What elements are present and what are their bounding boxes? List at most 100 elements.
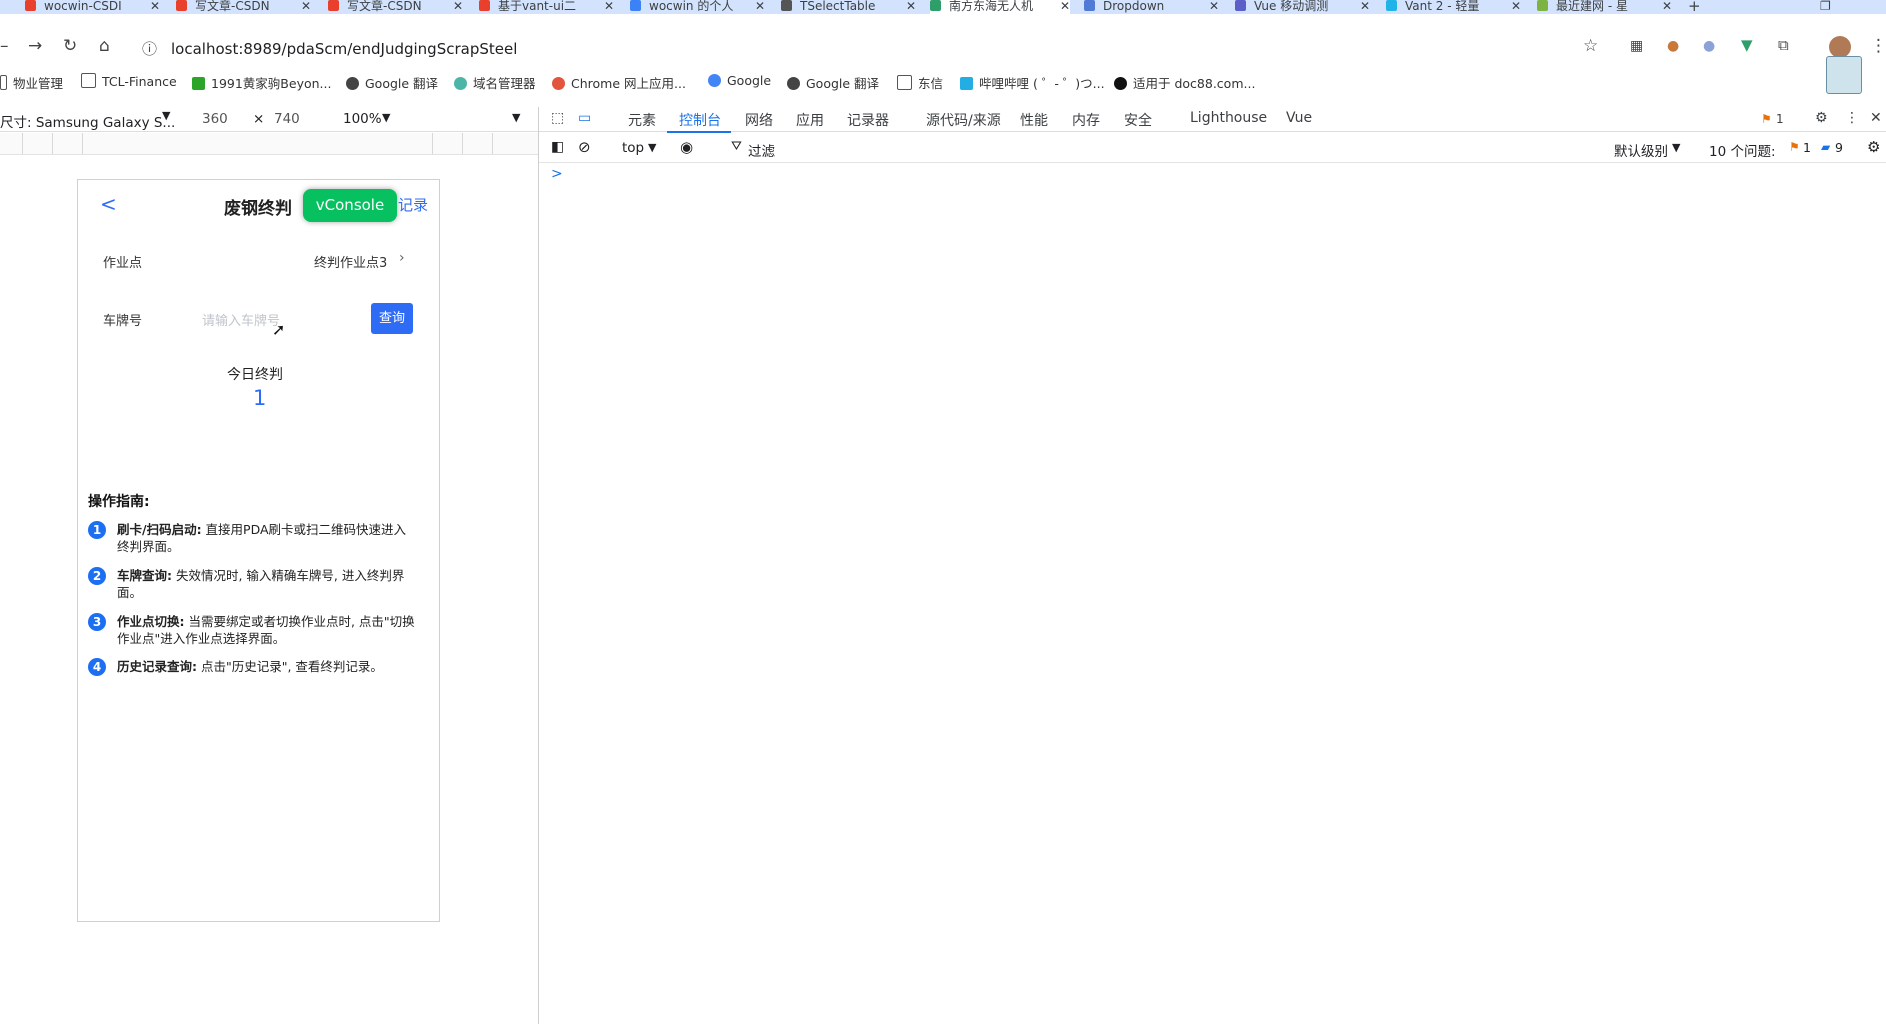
media-query-ruler[interactable] xyxy=(0,133,538,155)
zoom-select[interactable]: 100% xyxy=(343,111,382,127)
csdn-icon xyxy=(328,0,339,11)
bookmark-item[interactable]: 域名管理器 xyxy=(454,73,536,92)
back-icon[interactable]: < xyxy=(100,192,117,216)
browser-tab[interactable]: Dropdown ✕ xyxy=(1084,0,1219,14)
browser-tab[interactable]: 写文章-CSDN ✕ xyxy=(176,0,311,14)
error-count[interactable]: 1 xyxy=(1776,112,1784,126)
live-expression-eye-icon[interactable]: ◉ xyxy=(680,138,693,156)
home-icon[interactable]: ⌂ xyxy=(99,36,110,56)
vconsole-button[interactable]: vConsole xyxy=(303,189,397,222)
tab-network[interactable]: 网络 xyxy=(745,110,773,130)
browser-tab[interactable]: wocwin-CSDI ✕ xyxy=(25,0,160,14)
site-info-icon[interactable]: ⓘ xyxy=(142,38,157,59)
close-tab-icon[interactable]: ✕ xyxy=(1060,0,1070,12)
close-tab-icon[interactable]: ✕ xyxy=(1360,0,1370,12)
devtools-tabbar: ⬚ ▭ 元素 控制台 网络 应用 记录器 源代码/来源 性能 内存 安全 Lig… xyxy=(539,107,1886,132)
tab-elements[interactable]: 元素 xyxy=(628,110,656,130)
device-toggle-icon[interactable]: ▭ xyxy=(578,110,591,126)
bookmark-label: Google 翻译 xyxy=(365,76,439,91)
console-prompt[interactable]: > xyxy=(551,166,563,182)
error-flag-icon[interactable]: ⚑ xyxy=(1761,112,1772,126)
chevron-right-icon[interactable]: › xyxy=(399,250,405,266)
browser-tab[interactable]: TSelectTable ✕ xyxy=(781,0,916,14)
tab-lighthouse[interactable]: Lighthouse xyxy=(1190,110,1267,126)
browser-tab[interactable]: Vue 移动调测 ✕ xyxy=(1235,0,1370,14)
bookmark-item[interactable]: Google xyxy=(708,73,771,88)
close-tab-icon[interactable]: ✕ xyxy=(1511,0,1521,12)
bookmark-item[interactable]: Google 翻译 xyxy=(787,73,879,92)
bookmark-item[interactable]: 1991黄家驹Beyon... xyxy=(192,73,331,92)
restore-window-icon[interactable]: ❐ xyxy=(1820,0,1840,14)
close-tab-icon[interactable]: ✕ xyxy=(906,0,916,12)
floating-notes-icon[interactable] xyxy=(1826,56,1862,94)
browser-tab[interactable]: 最近建网 - 星 ✕ xyxy=(1537,0,1672,14)
browser-tab[interactable]: Vant 2 - 轻量 ✕ xyxy=(1386,0,1521,14)
bookmark-item[interactable]: 物业管理 xyxy=(0,73,63,92)
tab-application[interactable]: 应用 xyxy=(796,110,824,130)
qr-extension-icon[interactable]: ▦ xyxy=(1630,38,1643,54)
close-devtools-icon[interactable]: ✕ xyxy=(1870,110,1882,126)
log-level-select[interactable]: 默认级别 xyxy=(1614,140,1668,160)
issues-label[interactable]: 10 个问题: xyxy=(1709,140,1776,160)
close-tab-icon[interactable]: ✕ xyxy=(755,0,765,12)
close-tab-icon[interactable]: ✕ xyxy=(453,0,463,12)
back-arrow-icon[interactable]: – xyxy=(0,36,9,56)
reload-icon[interactable]: ↻ xyxy=(63,36,77,56)
shield-icon xyxy=(454,77,467,90)
filter-input[interactable]: 过滤 xyxy=(748,140,775,160)
extension-icon[interactable]: ● xyxy=(1703,38,1715,54)
tab-performance[interactable]: 性能 xyxy=(1020,110,1048,130)
tab-sources[interactable]: 源代码/来源 xyxy=(926,110,1001,130)
grid-icon xyxy=(1537,0,1548,11)
plate-input[interactable]: 请输入车牌号 xyxy=(202,310,280,329)
new-tab-button[interactable]: + xyxy=(1688,0,1708,14)
device-options-icon[interactable]: ▼ xyxy=(512,111,520,124)
close-tab-icon[interactable]: ✕ xyxy=(150,0,160,12)
bookmark-item[interactable]: 哔哩哔哩 ( ゜- ゜)つ... xyxy=(960,73,1105,92)
vue-devtools-icon[interactable]: ▼ xyxy=(1741,36,1753,54)
history-link[interactable]: 记录 xyxy=(398,194,428,215)
query-button[interactable]: 查询 xyxy=(371,303,413,334)
chevron-down-icon: ▼ xyxy=(162,109,171,122)
close-tab-icon[interactable]: ✕ xyxy=(1209,0,1219,12)
sidebar-toggle-icon[interactable]: ◧ xyxy=(551,139,564,155)
bookmark-item[interactable]: 适用于 doc88.com... xyxy=(1114,73,1255,92)
console-output-area[interactable] xyxy=(551,184,1871,1004)
tab-security[interactable]: 安全 xyxy=(1124,110,1152,130)
viewport-height[interactable]: 740 xyxy=(274,111,300,127)
viewport-width[interactable]: 360 xyxy=(202,111,228,127)
more-menu-icon[interactable]: ⋮ xyxy=(1870,36,1886,56)
tab-vue[interactable]: Vue xyxy=(1286,110,1312,126)
extensions-puzzle-icon[interactable]: ⧉ xyxy=(1778,36,1789,54)
url-field[interactable]: localhost:8989/pdaScm/endJudgingScrapSte… xyxy=(171,40,517,58)
inspect-element-icon[interactable]: ⬚ xyxy=(551,110,564,126)
more-options-icon[interactable]: ⋮ xyxy=(1845,110,1859,126)
close-tab-icon[interactable]: ✕ xyxy=(1662,0,1672,12)
tab-recorder[interactable]: 记录器 xyxy=(847,110,889,130)
close-tab-icon[interactable]: ✕ xyxy=(604,0,614,12)
browser-tab[interactable]: 写文章-CSDN ✕ xyxy=(328,0,463,14)
bookmark-item[interactable]: TCL-Finance xyxy=(81,73,177,89)
extension-icon[interactable]: ● xyxy=(1667,38,1679,54)
browser-tab[interactable]: wocwin 的个人 ✕ xyxy=(630,0,765,14)
console-settings-gear-icon[interactable]: ⚙ xyxy=(1867,138,1880,156)
site-value[interactable]: 终判作业点3 xyxy=(314,252,387,271)
browser-tab-active[interactable]: 南方东海无人机 ✕ xyxy=(930,0,1070,14)
bookmark-item[interactable]: Google 翻译 xyxy=(346,73,438,92)
close-tab-icon[interactable]: ✕ xyxy=(301,0,311,12)
bookmark-star-icon[interactable]: ☆ xyxy=(1583,36,1598,56)
avatar[interactable] xyxy=(1829,36,1851,58)
issues-info-count[interactable]: 9 xyxy=(1835,140,1843,155)
bookmark-item[interactable]: 东信 xyxy=(897,73,943,92)
forward-arrow-icon[interactable]: → xyxy=(28,36,42,56)
context-select[interactable]: top xyxy=(622,140,644,156)
issues-error-count[interactable]: 1 xyxy=(1803,140,1811,155)
device-select[interactable]: 尺寸: Samsung Galaxy S... xyxy=(0,111,175,131)
panel-splitter[interactable] xyxy=(538,107,539,1024)
tab-console[interactable]: 控制台 xyxy=(679,110,721,130)
settings-gear-icon[interactable]: ⚙ xyxy=(1815,110,1828,126)
clear-console-icon[interactable]: ⊘ xyxy=(578,138,591,156)
bookmark-item[interactable]: Chrome 网上应用... xyxy=(552,73,686,92)
browser-tab[interactable]: 基于vant-ui二 ✕ xyxy=(479,0,614,14)
tab-memory[interactable]: 内存 xyxy=(1072,110,1100,130)
